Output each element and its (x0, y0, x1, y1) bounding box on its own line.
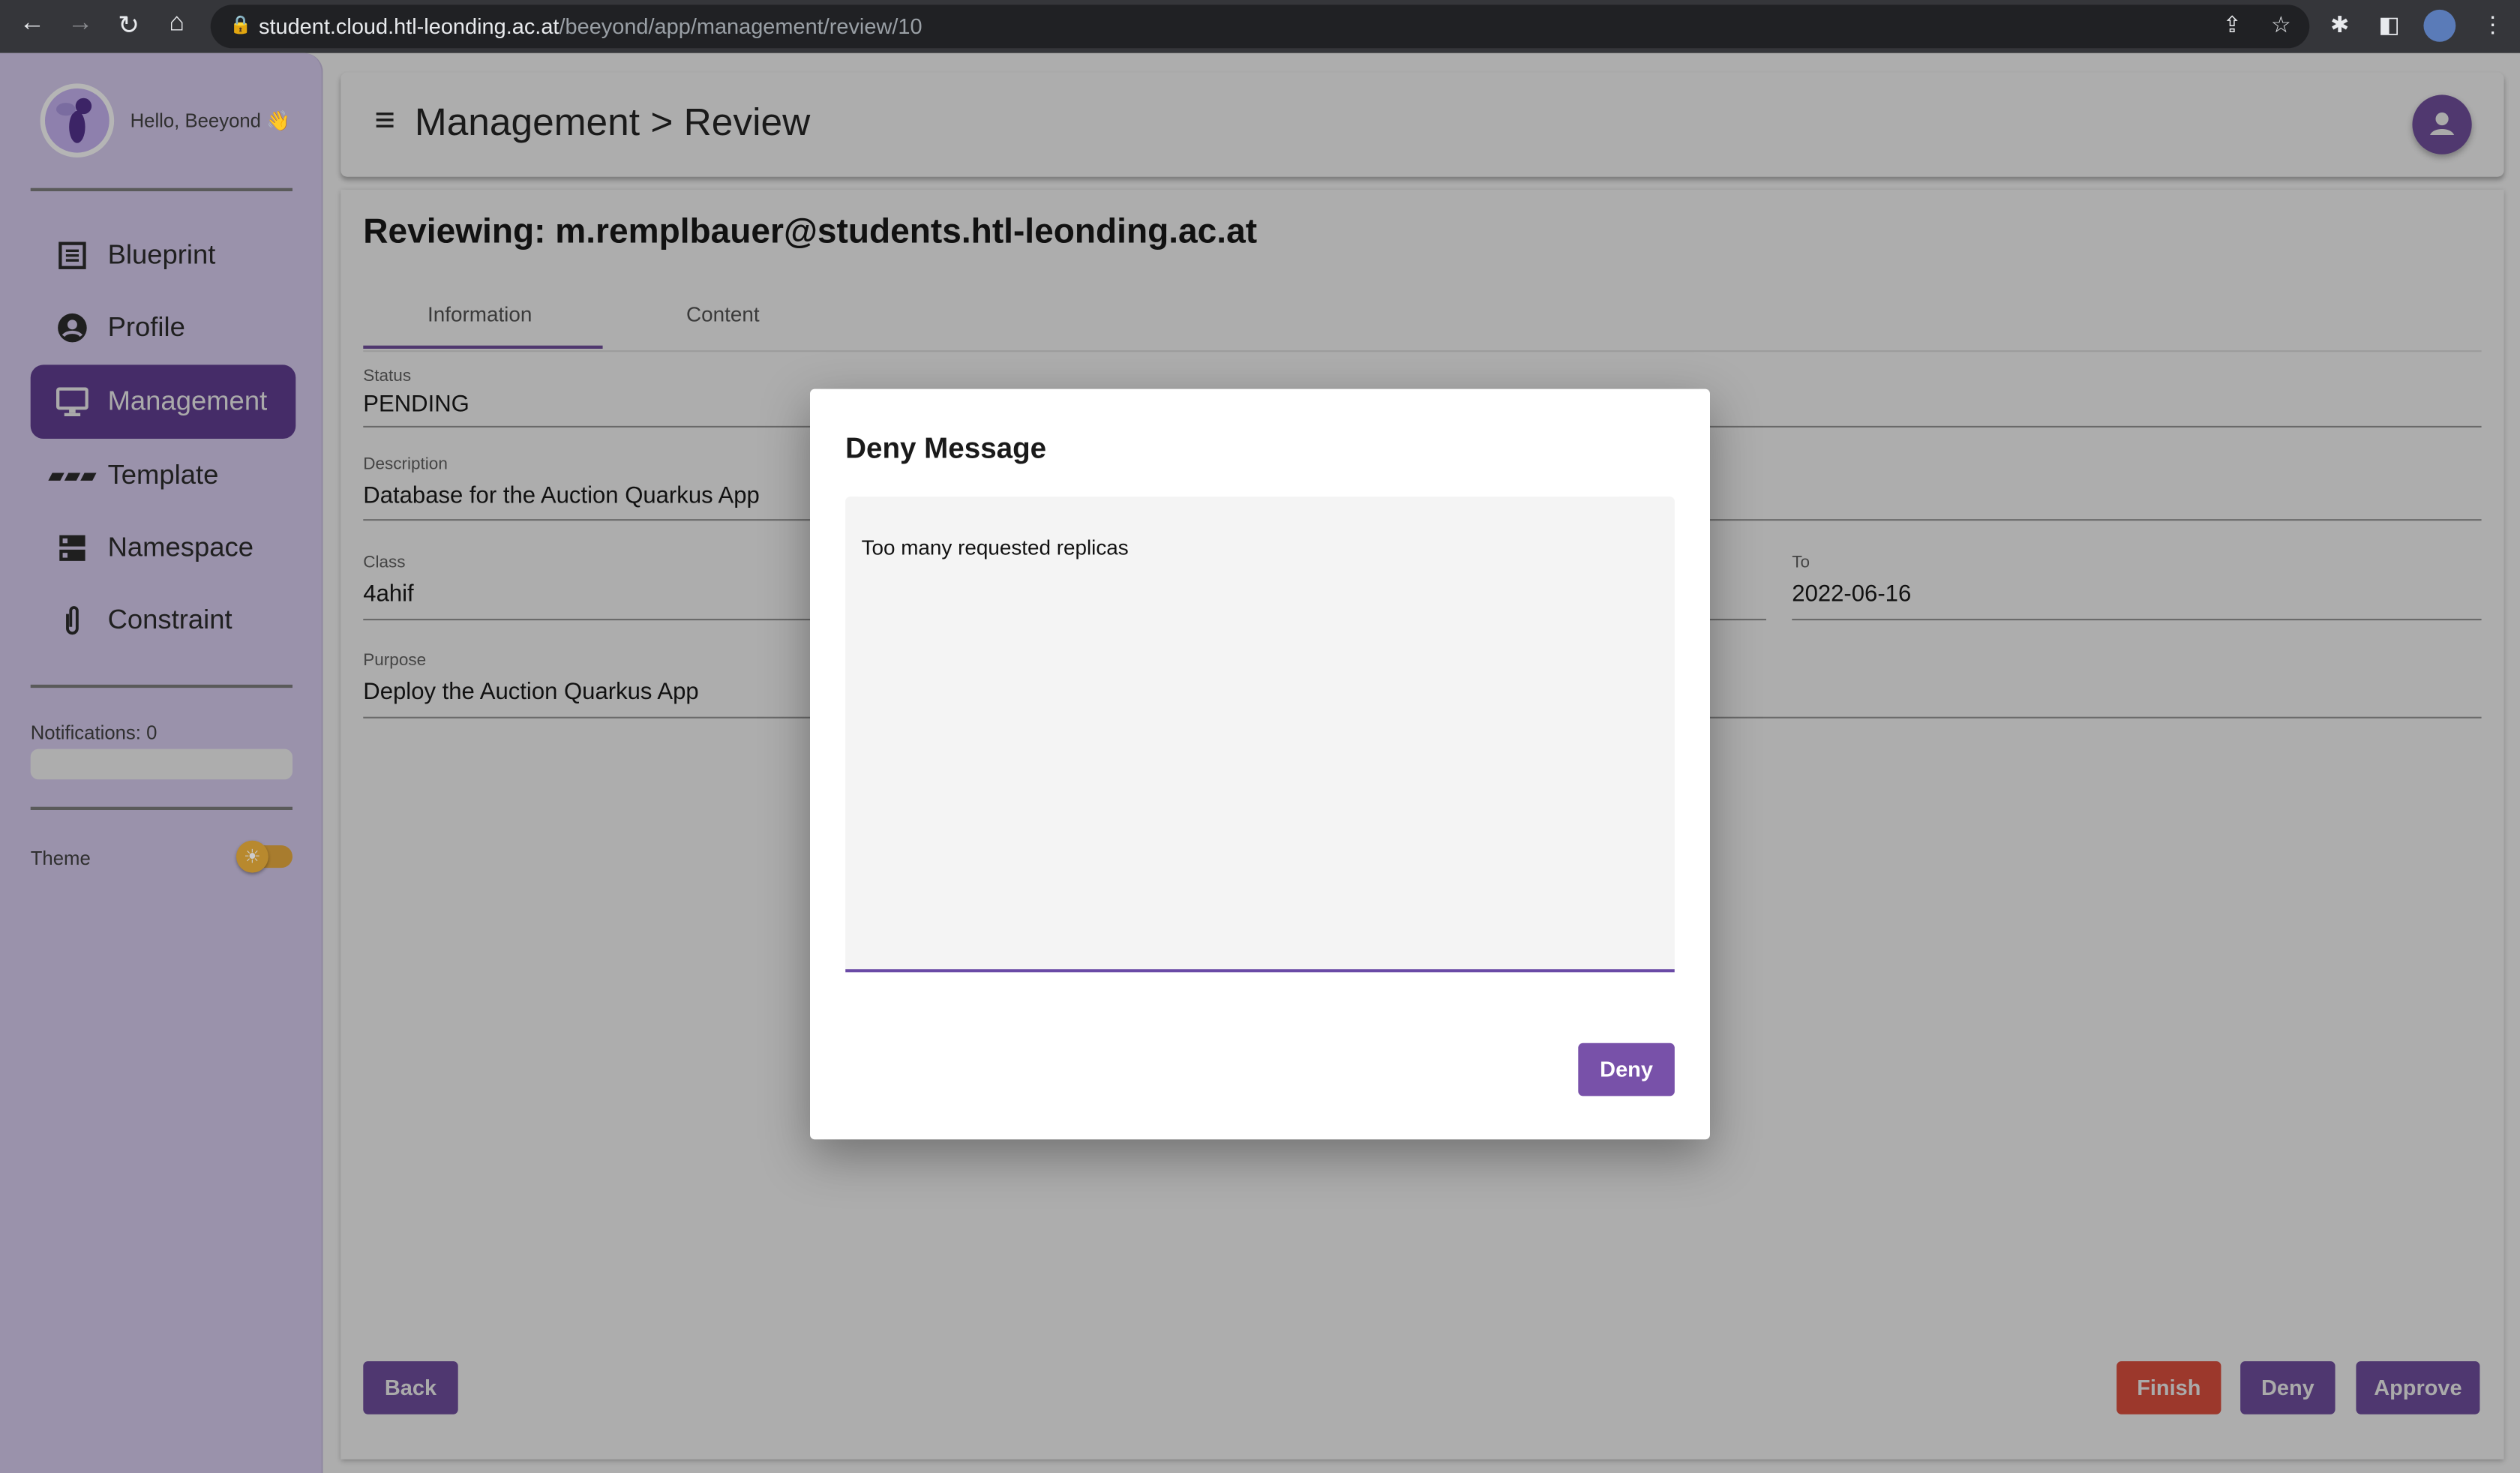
address-bar[interactable]: 🔒 student.cloud.htl-leonding.ac.at/beeyo… (210, 4, 2310, 49)
menu-icon[interactable]: ≡ (374, 100, 395, 142)
more-vert-icon[interactable]: ⋮ (2482, 11, 2504, 38)
side-panel-icon[interactable]: ◧ (2378, 11, 2399, 38)
storage-icon (56, 532, 88, 564)
approve-button[interactable]: Approve (2356, 1361, 2480, 1414)
status-value: PENDING (363, 392, 470, 418)
description-value: Database for the Auction Quarkus App (363, 484, 760, 510)
account-button[interactable] (2412, 94, 2472, 154)
app-header: ≡ Management > Review (340, 72, 2504, 177)
deny-message-textarea[interactable]: Too many requested replicas (845, 496, 1675, 973)
divider (30, 684, 292, 688)
extensions-icon[interactable]: ✱ (2330, 11, 2349, 38)
account-circle-icon (56, 312, 88, 344)
description-label: Description (363, 454, 448, 475)
sidebar-item-profile[interactable]: Profile (31, 291, 296, 365)
sidebar-item-label: Blueprint (107, 239, 216, 270)
back-arrow-icon[interactable]: ← (16, 10, 48, 39)
lock-icon: 🔒 (230, 16, 252, 36)
url-path: /beeyond/app/management/review/10 (559, 14, 922, 39)
theme-label: Theme (30, 847, 91, 870)
profile-avatar-icon[interactable] (2423, 9, 2456, 42)
page-header-title: Management > Review (414, 101, 811, 145)
to-value: 2022-06-16 (1792, 581, 1912, 608)
sidebar-item-namespace[interactable]: Namespace (31, 511, 296, 585)
reload-icon[interactable]: ↻ (112, 10, 145, 42)
star-icon[interactable]: ☆ (2271, 11, 2291, 38)
notifications-list[interactable] (30, 748, 292, 780)
paperclip-icon (56, 604, 88, 637)
sidebar-item-label: Management (107, 386, 268, 416)
url-host: student.cloud.htl-leonding.ac.at (259, 14, 560, 39)
class-label: Class (363, 553, 406, 572)
to-label: To (1792, 553, 1810, 572)
divider (30, 188, 292, 191)
review-title: Reviewing: m.remplbauer@students.htl-leo… (363, 212, 1258, 251)
forward-arrow-icon[interactable]: → (64, 10, 97, 39)
status-label: Status (363, 366, 412, 386)
greeting-text: Hello, Beeyond 👋 (130, 109, 291, 132)
share-icon[interactable]: ⇪ (2223, 11, 2242, 38)
finish-button[interactable]: Finish (2116, 1361, 2222, 1414)
sidebar-item-constraint[interactable]: Constraint (31, 584, 296, 658)
sidebar-item-blueprint[interactable]: Blueprint (31, 218, 296, 292)
sidebar: Hello, Beeyond 👋 Blueprint Profile Manag… (0, 52, 323, 1473)
back-button[interactable]: Back (363, 1361, 458, 1414)
template-icon: ▰▰▰ (48, 463, 97, 488)
class-value: 4ahif (363, 581, 414, 608)
tabs-divider (363, 350, 2482, 352)
sidebar-item-label: Constraint (107, 604, 232, 635)
list-alt-icon (56, 239, 88, 272)
home-icon[interactable]: ⌂ (160, 10, 193, 39)
sidebar-item-template[interactable]: ▰▰▰ Template (31, 439, 296, 513)
purpose-value: Deploy the Auction Quarkus App (363, 680, 699, 706)
to-field-line (1792, 619, 2482, 621)
person-icon (2430, 112, 2455, 135)
divider (30, 806, 292, 810)
sidebar-item-label: Namespace (107, 532, 254, 562)
sidebar-item-label: Profile (107, 311, 185, 343)
bee-logo (40, 83, 115, 158)
monitor-icon (56, 386, 88, 418)
dialog-deny-button[interactable]: Deny (1578, 1042, 1675, 1096)
dialog-title: Deny Message (845, 432, 1047, 465)
sun-icon: ☀ (236, 840, 268, 873)
tab-content[interactable]: Content (686, 302, 760, 326)
theme-toggle[interactable]: ☀ (236, 840, 292, 873)
purpose-label: Purpose (363, 650, 427, 670)
notifications-count: Notifications: 0 (30, 722, 158, 745)
browser-toolbar: ← → ↻ ⌂ 🔒 student.cloud.htl-leonding.ac.… (0, 0, 2520, 53)
sidebar-item-management[interactable]: Management (30, 364, 296, 439)
deny-message-text: Too many requested replicas (861, 535, 1129, 560)
tab-information[interactable]: Information (428, 302, 532, 326)
deny-button[interactable]: Deny (2240, 1361, 2336, 1414)
deny-message-dialog: Deny Message Too many requested replicas… (810, 388, 1710, 1140)
active-tab-indicator (363, 345, 603, 349)
sidebar-item-label: Template (107, 459, 219, 490)
